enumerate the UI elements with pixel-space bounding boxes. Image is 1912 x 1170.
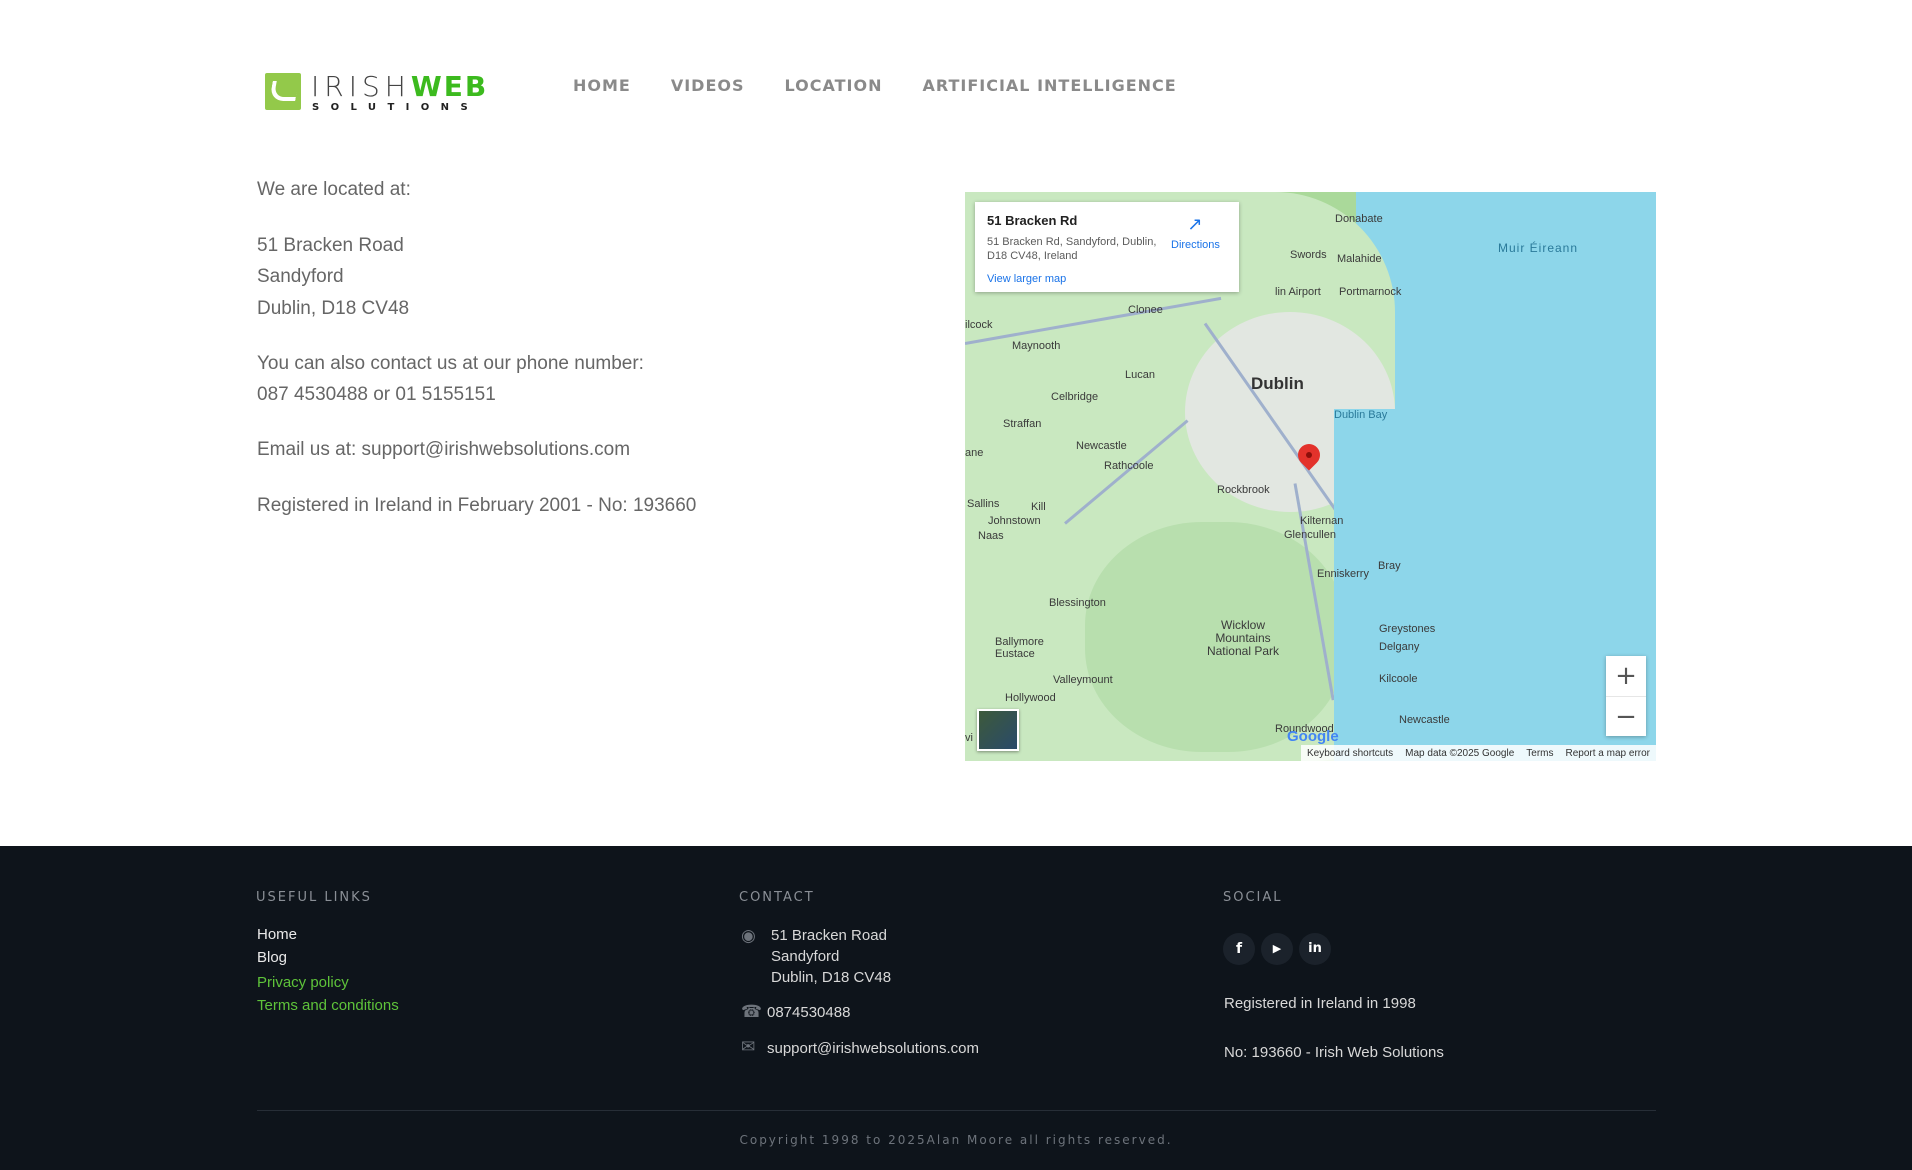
- phone-numbers: 087 4530488 or 01 5155151: [257, 384, 496, 405]
- map-label: Portmarnock: [1339, 286, 1402, 298]
- envelope-icon: ✉: [741, 1037, 756, 1057]
- footer-link-home[interactable]: Home: [257, 926, 297, 943]
- map-label: Valleymount: [1053, 674, 1113, 686]
- registration-text: Registered in Ireland in February 2001 -…: [257, 495, 697, 516]
- map-label: Glencullen: [1284, 529, 1336, 541]
- map-label: Blessington: [1049, 597, 1106, 609]
- footer-email[interactable]: support@irishwebsolutions.com: [767, 1038, 979, 1059]
- phone-icon: ☎: [741, 1002, 763, 1022]
- map-label: Swords: [1290, 249, 1327, 261]
- logo-tagline: SOLUTIONS: [312, 102, 480, 113]
- map-label: Straffan: [1003, 418, 1042, 430]
- nav-location[interactable]: LOCATION: [785, 76, 883, 95]
- map-label: Celbridge: [1051, 391, 1099, 403]
- view-larger-map-link[interactable]: View larger map: [987, 273, 1066, 285]
- map-label: Naas: [978, 530, 1004, 542]
- main-nav: HOME VIDEOS LOCATION ARTIFICIAL INTELLIG…: [573, 76, 1177, 95]
- footer-link-blog[interactable]: Blog: [257, 949, 287, 966]
- footer-phone: 0874530488: [767, 1004, 851, 1021]
- map-label: Donabate: [1335, 213, 1383, 225]
- map-label: lin Airport: [1275, 286, 1321, 298]
- map-label: Greystones: [1379, 623, 1436, 635]
- map-label: Clonee: [1128, 304, 1163, 316]
- satellite-toggle-button[interactable]: [977, 709, 1019, 751]
- map-label: Bray: [1378, 560, 1401, 572]
- social-heading: SOCIAL: [1223, 890, 1283, 905]
- address-line-1: 51 Bracken Road: [257, 235, 404, 256]
- map-label: Lucan: [1125, 369, 1155, 381]
- address-line-2: Sandyford: [257, 266, 344, 287]
- zoom-out-button[interactable]: −: [1606, 697, 1646, 737]
- map-marker-icon: ◉: [741, 926, 756, 946]
- map-label: Rathcoole: [1104, 460, 1154, 472]
- map-zoom-controls: + −: [1606, 656, 1646, 736]
- contact-heading: CONTACT: [739, 890, 815, 905]
- map-terms-link[interactable]: Terms: [1526, 748, 1553, 759]
- youtube-icon[interactable]: ▶: [1261, 933, 1293, 965]
- footer-address-line-3: Dublin, D18 CV48: [771, 969, 892, 986]
- map-label: Maynooth: [1012, 340, 1061, 352]
- map-place-title: 51 Bracken Rd: [987, 213, 1078, 228]
- map-label: Delgany: [1379, 641, 1420, 653]
- logo-check-icon: [265, 73, 301, 110]
- email-text: Email us at: support@irishwebsolutions.c…: [257, 439, 631, 460]
- map-label: Hollywood: [1005, 692, 1056, 704]
- google-logo: Google: [1287, 728, 1339, 745]
- map-info-card: 51 Bracken Rd 51 Bracken Rd, Sandyford, …: [975, 202, 1239, 292]
- footer-address-line-2: Sandyford: [771, 948, 840, 965]
- map-label: Ballymore Eustace: [995, 636, 1044, 660]
- keyboard-shortcuts-link[interactable]: Keyboard shortcuts: [1307, 748, 1393, 759]
- zoom-in-button[interactable]: +: [1606, 656, 1646, 697]
- address-line-3: Dublin, D18 CV48: [257, 298, 410, 319]
- facebook-icon[interactable]: f: [1223, 933, 1255, 965]
- footer-divider: [257, 1110, 1656, 1111]
- map-data-text: Map data ©2025 Google: [1405, 747, 1515, 759]
- map-label: Wicklow Mountains National Park: [1206, 618, 1280, 658]
- map-attribution-bar: Keyboard shortcuts Map data ©2025 Google…: [1300, 745, 1656, 761]
- footer-address-line-1: 51 Bracken Road: [771, 927, 887, 944]
- map-label: Rockbrook: [1217, 484, 1270, 496]
- directions-link[interactable]: Directions: [1171, 239, 1220, 251]
- site-logo[interactable]: IRISHWEB SOLUTIONS: [265, 70, 486, 114]
- footer-registered: Registered in Ireland in 1998: [1224, 995, 1416, 1012]
- nav-videos[interactable]: VIDEOS: [671, 76, 745, 95]
- embedded-map[interactable]: Donabate Swords Malahide Muir Éireann li…: [965, 192, 1656, 761]
- map-label: vi: [965, 732, 973, 744]
- map-label: Kilternan: [1300, 515, 1344, 527]
- map-label: Malahide: [1337, 253, 1382, 265]
- map-label: Enniskerry: [1317, 568, 1369, 580]
- report-map-error-link[interactable]: Report a map error: [1566, 748, 1650, 759]
- map-label: Dublin Bay: [1334, 409, 1634, 761]
- copyright-text: Copyright 1998 to 2025Alan Moore all rig…: [739, 1133, 1173, 1147]
- map-label: Johnstown: [988, 515, 1041, 527]
- map-label: Kilcoole: [1379, 673, 1418, 685]
- map-label: ilcock: [965, 319, 993, 331]
- nav-artificial-intelligence[interactable]: ARTIFICIAL INTELLIGENCE: [922, 76, 1176, 95]
- linkedin-icon[interactable]: in: [1299, 933, 1331, 965]
- footer-link-terms[interactable]: Terms and conditions: [257, 997, 399, 1014]
- map-label: Newcastle: [1399, 714, 1450, 726]
- nav-home[interactable]: HOME: [573, 76, 631, 95]
- directions-icon[interactable]: ↗: [1186, 216, 1204, 234]
- location-intro: We are located at:: [257, 179, 411, 200]
- footer-company-number: No: 193660 - Irish Web Solutions: [1224, 1044, 1444, 1061]
- map-label: Dublin: [1251, 374, 1304, 393]
- map-label: ane: [965, 447, 984, 459]
- map-label: Sallins: [967, 498, 1000, 510]
- map-label: Newcastle: [1076, 440, 1127, 452]
- logo-wordmark: IRISHWEB: [311, 70, 489, 103]
- map-place-address: 51 Bracken Rd, Sandyford, Dublin, D18 CV…: [987, 236, 1157, 262]
- site-footer: USEFUL LINKS Home Blog Privacy policy Te…: [0, 846, 1912, 1170]
- useful-links-heading: USEFUL LINKS: [256, 890, 372, 905]
- footer-link-privacy-policy[interactable]: Privacy policy: [257, 974, 349, 991]
- phone-intro: You can also contact us at our phone num…: [257, 353, 644, 374]
- map-label: Kill: [1031, 501, 1046, 513]
